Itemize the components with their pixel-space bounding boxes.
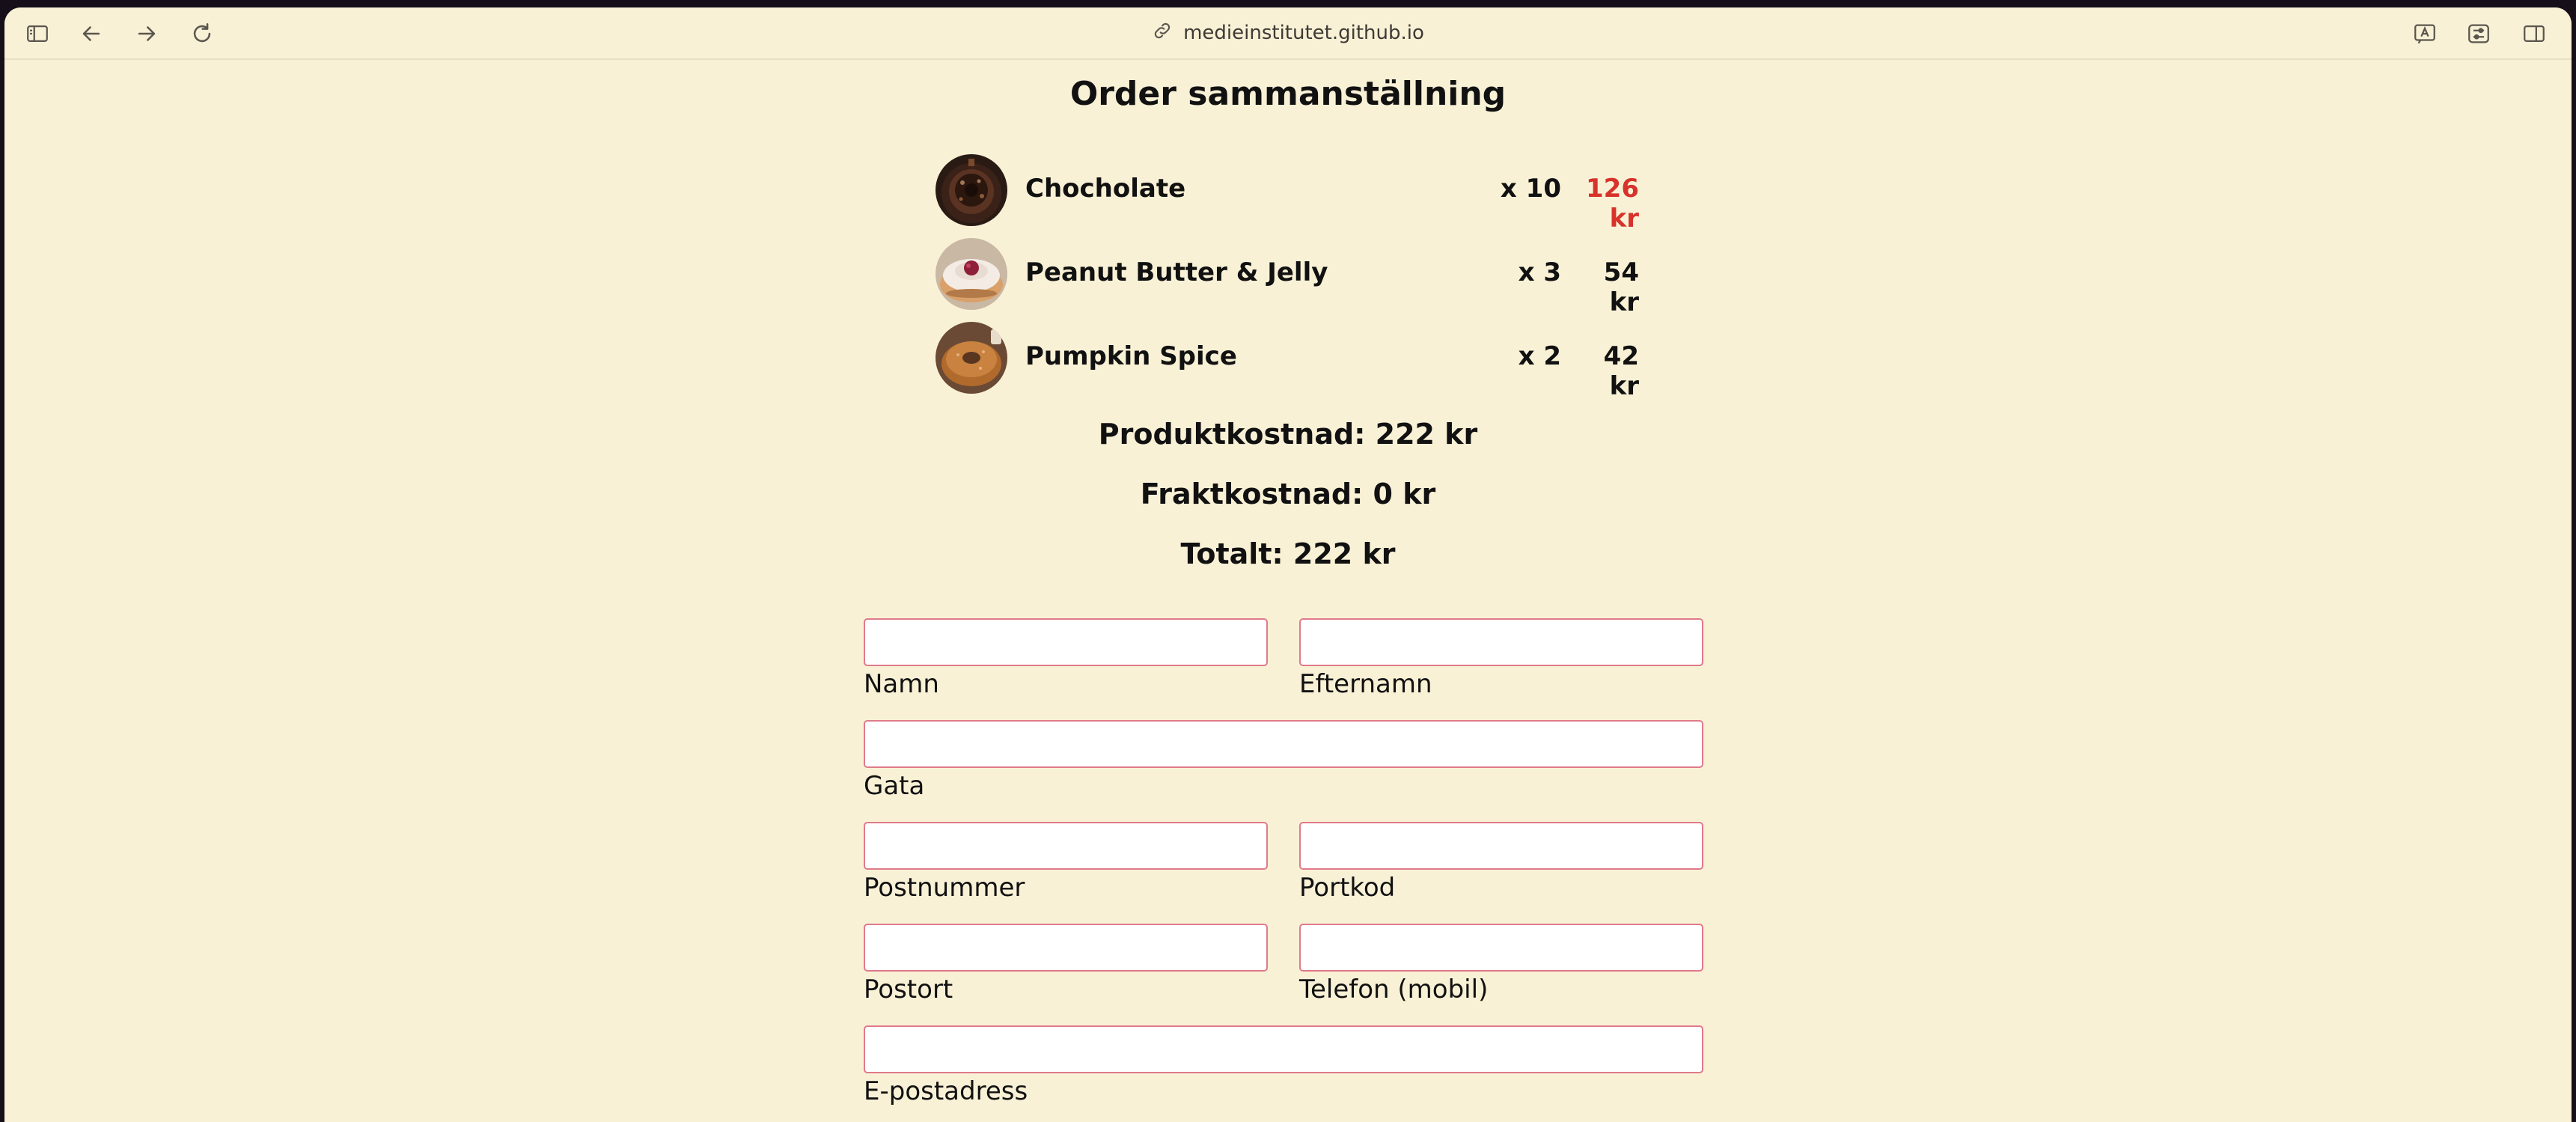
split-view-icon[interactable] bbox=[2521, 20, 2548, 47]
city-field[interactable] bbox=[864, 924, 1268, 972]
door-code-label: Portkod bbox=[1299, 873, 1396, 903]
door-code-group: Portkod bbox=[1299, 822, 1703, 903]
item-name: Chocholate bbox=[1025, 174, 1186, 204]
item-price: 126 kr bbox=[1586, 174, 1639, 234]
item-quantity: x 3 bbox=[1518, 257, 1561, 287]
phone-group: Telefon (mobil) bbox=[1299, 924, 1703, 1004]
first-name-label: Namn bbox=[864, 669, 939, 699]
item-quantity: x 2 bbox=[1518, 341, 1561, 371]
reader-settings-icon[interactable] bbox=[2465, 20, 2492, 47]
item-name: Peanut Butter & Jelly bbox=[1025, 257, 1328, 287]
link-icon bbox=[1152, 20, 1173, 46]
page-content: Order sammanställning Chocholate x 10 12… bbox=[4, 60, 2572, 1122]
order-item: Pumpkin Spice x 2 42 kr bbox=[936, 322, 1639, 401]
last-name-group: Efternamn bbox=[1299, 618, 1703, 699]
item-name: Pumpkin Spice bbox=[1025, 341, 1237, 371]
first-name-field[interactable] bbox=[864, 618, 1268, 666]
phone-label: Telefon (mobil) bbox=[1299, 975, 1489, 1004]
url-text: medieinstitutet.github.io bbox=[1183, 22, 1424, 44]
city-group: Postort bbox=[864, 924, 1268, 1004]
sidebar-icon[interactable] bbox=[24, 20, 51, 47]
back-arrow-icon[interactable] bbox=[78, 20, 105, 47]
pumpkin-donut-image bbox=[936, 322, 1007, 394]
browser-toolbar: medieinstitutet.github.io bbox=[4, 7, 2572, 60]
browser-window: medieinstitutet.github.io Order sammanst… bbox=[4, 7, 2572, 1122]
email-group: E-postadress bbox=[864, 1025, 1703, 1106]
postal-code-group: Postnummer bbox=[864, 822, 1268, 903]
page-title: Order sammanställning bbox=[1069, 75, 1507, 113]
email-field[interactable] bbox=[864, 1025, 1703, 1073]
order-item: Peanut Butter & Jelly x 3 54 kr bbox=[936, 238, 1639, 317]
item-price: 42 kr bbox=[1603, 341, 1639, 401]
door-code-field[interactable] bbox=[1299, 822, 1703, 870]
postal-code-label: Postnummer bbox=[864, 873, 1025, 903]
phone-field[interactable] bbox=[1299, 924, 1703, 972]
shipping-cost: Fraktkostnad: 0 kr bbox=[1140, 478, 1436, 510]
reload-icon[interactable] bbox=[189, 20, 216, 47]
item-price: 54 kr bbox=[1603, 257, 1639, 317]
pbj-donut-image bbox=[936, 238, 1007, 310]
total-cost: Totalt: 222 kr bbox=[1180, 537, 1396, 570]
street-group: Gata bbox=[864, 720, 1703, 801]
translate-icon[interactable] bbox=[2411, 20, 2438, 47]
first-name-group: Namn bbox=[864, 618, 1268, 699]
chocolate-donut-image bbox=[936, 154, 1007, 226]
last-name-label: Efternamn bbox=[1299, 669, 1432, 699]
email-label: E-postadress bbox=[864, 1076, 1028, 1106]
item-quantity: x 10 bbox=[1500, 174, 1561, 204]
postal-code-field[interactable] bbox=[864, 822, 1268, 870]
street-label: Gata bbox=[864, 771, 925, 801]
forward-arrow-icon[interactable] bbox=[133, 20, 160, 47]
url-field[interactable]: medieinstitutet.github.io bbox=[1152, 20, 1424, 46]
address-bar: medieinstitutet.github.io bbox=[4, 7, 2572, 58]
city-label: Postort bbox=[864, 975, 953, 1004]
order-item: Chocholate x 10 126 kr bbox=[936, 154, 1639, 234]
product-cost: Produktkostnad: 222 kr bbox=[1098, 418, 1478, 451]
street-field[interactable] bbox=[864, 720, 1703, 768]
last-name-field[interactable] bbox=[1299, 618, 1703, 666]
